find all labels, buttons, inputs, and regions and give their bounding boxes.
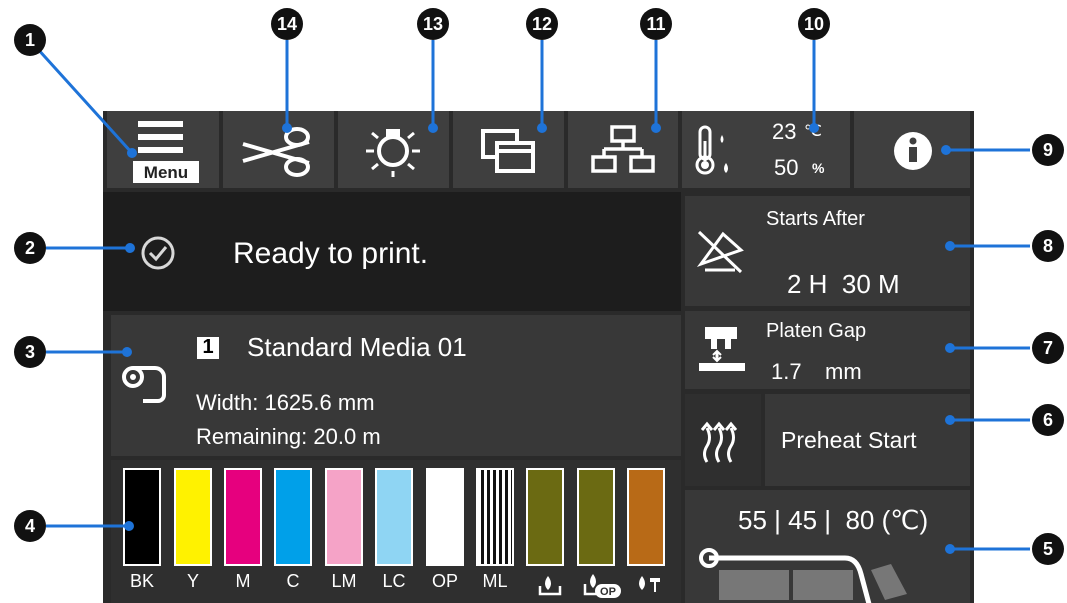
- callout-3: 3: [14, 336, 46, 368]
- callout-number: 11: [646, 14, 665, 34]
- callout-14: 14: [271, 8, 303, 40]
- callout-number: 10: [804, 14, 824, 34]
- callout-4: 4: [14, 510, 46, 542]
- callout-10: 10: [798, 8, 830, 40]
- callout-8: 8: [1032, 230, 1064, 262]
- callout-number: 13: [423, 14, 443, 34]
- callout-1: 1: [14, 24, 46, 56]
- callout-dots: [122, 123, 955, 554]
- callout-9: 9: [1032, 134, 1064, 166]
- callout-number: 3: [25, 342, 35, 362]
- callout-number: 5: [1043, 539, 1053, 559]
- callout-7: 7: [1032, 332, 1064, 364]
- callout-number: 8: [1043, 236, 1053, 256]
- callout-number: 7: [1043, 338, 1053, 358]
- callout-overlay: 1234567891011121314: [14, 8, 1064, 565]
- callout-6: 6: [1032, 404, 1064, 436]
- callout-13: 13: [417, 8, 449, 40]
- callout-number: 14: [277, 14, 297, 34]
- callout-number: 2: [25, 238, 35, 258]
- callout-lines: [34, 40, 1030, 551]
- callout-number: 9: [1043, 140, 1053, 160]
- callout-2: 2: [14, 232, 46, 264]
- callout-number: 6: [1043, 410, 1053, 430]
- callout-5: 5: [1032, 533, 1064, 565]
- callout-number: 4: [25, 516, 35, 536]
- callout-number: 12: [532, 14, 552, 34]
- callout-12: 12: [526, 8, 558, 40]
- callout-11: 11: [640, 8, 672, 40]
- callout-number: 1: [25, 30, 35, 50]
